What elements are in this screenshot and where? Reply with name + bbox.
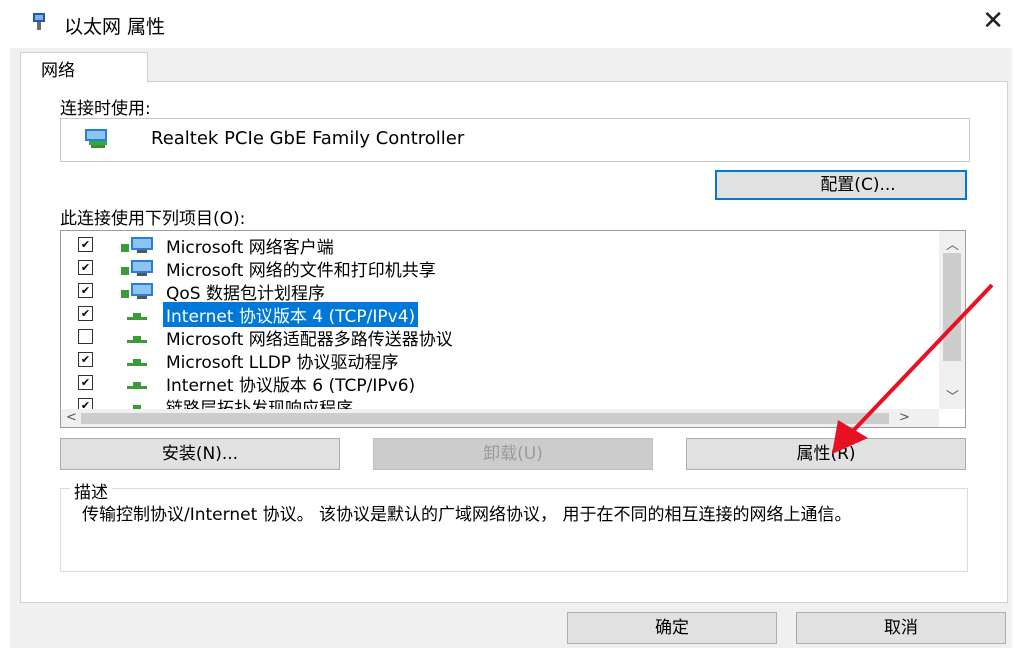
tab-network-label: 网络: [41, 61, 75, 81]
tab-network[interactable]: 网络: [20, 52, 148, 83]
annotation-arrow-icon: [832, 283, 994, 454]
